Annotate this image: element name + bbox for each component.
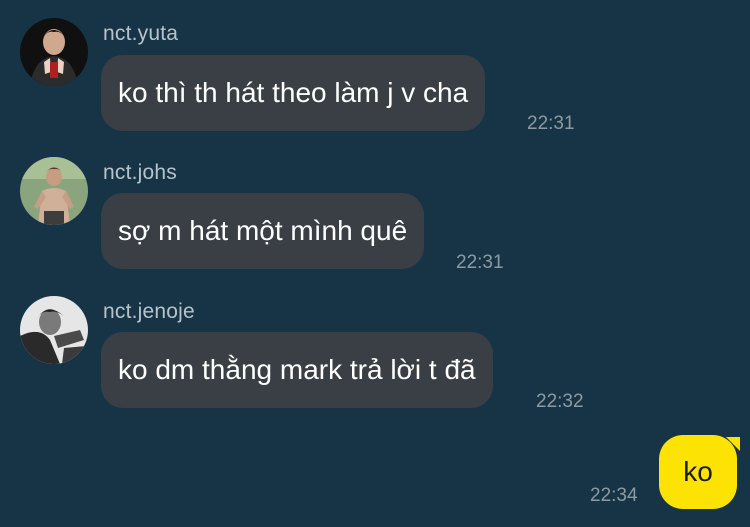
sender-name: nct.johs <box>103 161 177 184</box>
avatar[interactable] <box>20 296 88 364</box>
message-time: 22:34 <box>590 485 638 506</box>
sender-name: nct.yuta <box>103 22 179 45</box>
my-message-bubble[interactable]: ko <box>659 435 737 509</box>
sender-name: nct.jenoje <box>103 300 195 323</box>
message-time: 22:31 <box>527 113 575 134</box>
message-bubble[interactable]: ko thì th hát theo làm j v cha <box>101 55 486 131</box>
message-time: 22:32 <box>536 391 584 412</box>
avatar[interactable] <box>20 18 88 86</box>
message-bubble[interactable]: sợ m hát một mình quê <box>101 193 425 269</box>
avatar[interactable] <box>20 157 88 225</box>
message-time: 22:31 <box>456 252 504 273</box>
message-bubble[interactable]: ko dm thằng mark trả lời t đã <box>101 332 493 408</box>
